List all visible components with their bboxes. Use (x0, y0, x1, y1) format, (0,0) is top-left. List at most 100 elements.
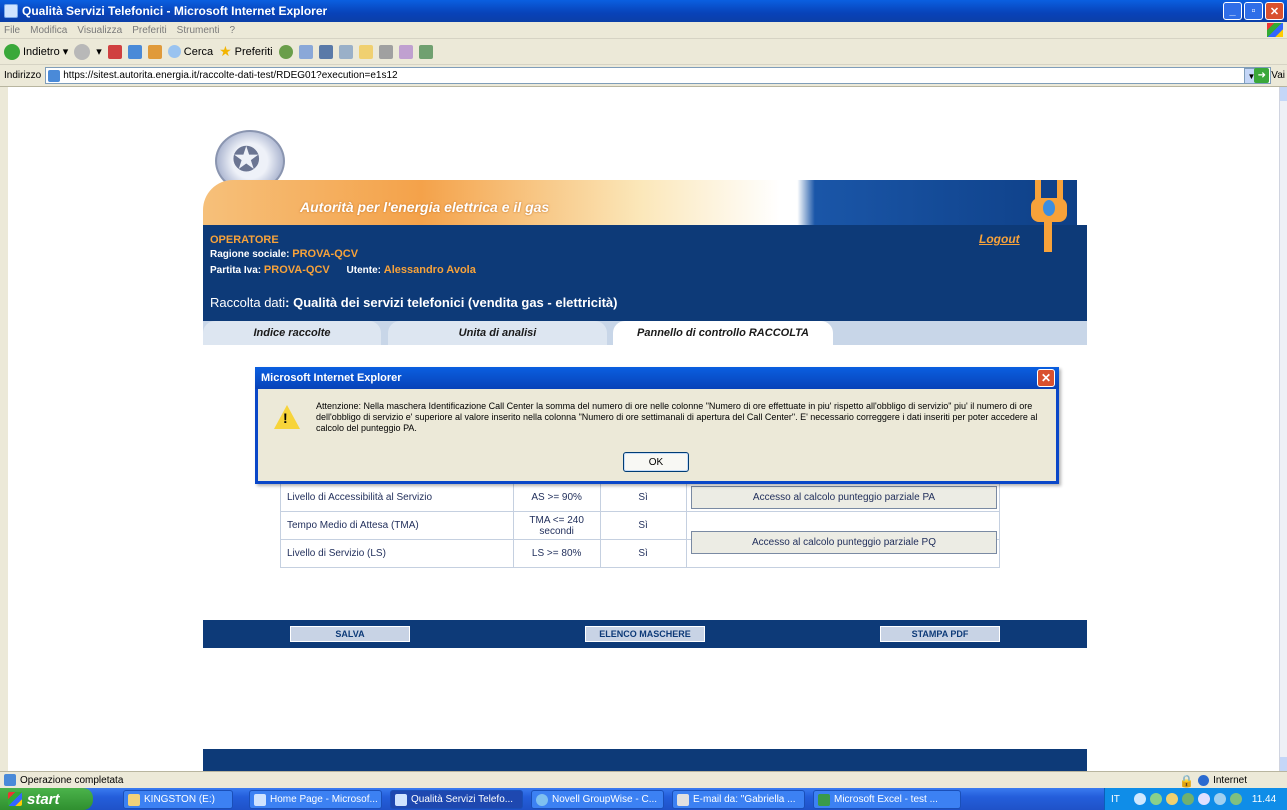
address-input[interactable]: https://sitest.autorita.energia.it/racco… (45, 67, 1272, 84)
utente-value: Alessandro Avola (383, 264, 476, 276)
zone-label: Internet (1213, 775, 1247, 786)
calc-pa-button[interactable]: Accesso al calcolo punteggio parziale PA (691, 486, 997, 509)
maximize-button[interactable]: ▫ (1244, 2, 1263, 20)
menu-help[interactable]: ? (229, 25, 235, 36)
menu-file[interactable]: File (4, 25, 20, 36)
start-button[interactable]: start (0, 788, 93, 810)
elenco-maschere-button[interactable]: ELENCO MASCHERE (585, 626, 705, 642)
star-icon: ★ (219, 43, 232, 59)
raccolta-value: : Qualità dei servizi telefonici (vendit… (285, 295, 618, 310)
ie-icon (4, 4, 18, 18)
dialog-ok-button[interactable]: OK (623, 452, 689, 472)
piva-label: Partita Iva: (210, 265, 262, 276)
indicator-name: Livello di Accessibilità al Servizio (280, 483, 514, 512)
ie-icon (395, 793, 407, 806)
tab-unita-analisi[interactable]: Unita di analisi (388, 321, 607, 345)
print-icon[interactable] (338, 44, 353, 59)
stampa-pdf-button[interactable]: STAMPA PDF (880, 626, 1000, 642)
indicator-ok: Sì (599, 483, 687, 512)
refresh-icon[interactable] (127, 44, 142, 59)
close-button[interactable]: ✕ (1265, 2, 1284, 20)
calc-pq-button[interactable]: Accesso al calcolo punteggio parziale PQ (691, 531, 997, 554)
drive-icon (128, 793, 140, 806)
address-bar: Indirizzo https://sitest.autorita.energi… (0, 65, 1287, 87)
clock: 11.44 (1251, 793, 1277, 805)
search-label: Cerca (183, 45, 214, 58)
tray-icon[interactable] (1229, 793, 1242, 805)
vertical-scrollbar[interactable] (1279, 87, 1287, 771)
indicators-table-wrapper: Livello di Accessibilità al Servizio AS … (280, 483, 1000, 576)
tray-icon[interactable] (1197, 793, 1210, 805)
status-bar: Operazione completata 🔒 Internet (0, 771, 1287, 788)
plug-logo-icon (1031, 180, 1071, 255)
forward-icon[interactable] (74, 43, 91, 60)
piva-row: Partita Iva: PROVA-QCV Utente: Alessandr… (210, 264, 476, 276)
status-text: Operazione completata (20, 774, 124, 786)
tray-icon[interactable] (1149, 793, 1162, 805)
scroll-up-icon[interactable] (1280, 87, 1287, 101)
task-excel[interactable]: Microsoft Excel - test ... (813, 790, 961, 809)
task-qualita[interactable]: Qualità Servizi Telefo... (390, 790, 523, 809)
favorites-button[interactable]: ★ Preferiti (219, 43, 272, 60)
indicator-threshold: LS >= 80% (512, 539, 601, 568)
home-icon[interactable] (147, 44, 162, 59)
tab-pannello-controllo[interactable]: Pannello di controllo RACCOLTA (613, 321, 833, 345)
salva-button[interactable]: SALVA (290, 626, 410, 642)
task-home-page[interactable]: Home Page - Microsof... (249, 790, 382, 809)
security-zone: 🔒 Internet (1179, 772, 1247, 789)
tray-icon[interactable] (1165, 793, 1178, 805)
menu-strumenti[interactable]: Strumenti (177, 25, 220, 36)
start-label: start (27, 790, 60, 808)
indicator-threshold: TMA <= 240 secondi (512, 511, 601, 540)
mail-icon[interactable] (318, 44, 333, 59)
groupwise-icon (536, 793, 548, 806)
logout-link[interactable]: Logout (979, 232, 1020, 246)
ie-icon (254, 793, 266, 806)
indicator-ok: Sì (599, 539, 687, 568)
dialog-titlebar: Microsoft Internet Explorer ✕ (255, 367, 1059, 389)
task-groupwise[interactable]: Novell GroupWise - C... (531, 790, 664, 809)
indicator-threshold: AS >= 90% (512, 483, 601, 512)
go-button[interactable]: ➜ Vai (1254, 68, 1285, 83)
tab-indice-raccolte[interactable]: Indice raccolte (203, 321, 381, 345)
research-icon[interactable] (418, 44, 433, 59)
media-icon[interactable] (278, 44, 293, 59)
dialog-close-icon[interactable]: ✕ (1037, 369, 1055, 387)
excel-icon (818, 793, 830, 806)
minimize-button[interactable]: _ (1223, 2, 1242, 20)
task-email[interactable]: E-mail da: "Gabriella ... (672, 790, 805, 809)
piva-value: PROVA-QCV (263, 264, 330, 276)
tray-icon[interactable] (1181, 793, 1194, 805)
back-button[interactable]: Indietro ▾ (4, 43, 68, 60)
page-icon (48, 69, 61, 82)
page-header: ✪ Autorità per l'energia elettrica e il … (203, 92, 1087, 345)
address-label: Indirizzo (4, 70, 42, 81)
indicator-ok: Sì (599, 511, 687, 540)
edit-icon[interactable] (378, 44, 393, 59)
back-arrow-icon (4, 43, 20, 60)
search-button[interactable]: Cerca (167, 45, 214, 58)
folder-icon[interactable] (358, 44, 373, 59)
search-icon (167, 45, 181, 58)
browser-toolbar: Indietro ▾ ▾ Cerca ★ Preferiti (0, 39, 1287, 65)
tray-icon[interactable] (1213, 793, 1226, 805)
utente-label: Utente: (346, 265, 381, 276)
ragione-label: Ragione sociale: (210, 249, 290, 260)
window-titlebar: Qualità Servizi Telefonici - Microsoft I… (0, 0, 1287, 22)
task-kingston[interactable]: KINGSTON (E:) (123, 790, 233, 809)
address-url: https://sitest.autorita.energia.it/racco… (63, 70, 398, 81)
menu-visualizza[interactable]: Visualizza (77, 25, 122, 36)
menu-modifica[interactable]: Modifica (30, 25, 67, 36)
scroll-down-icon[interactable] (1280, 757, 1287, 771)
messenger-icon[interactable] (398, 44, 413, 59)
dialog-message: Attenzione: Nella maschera Identificazio… (316, 401, 1038, 433)
page-done-icon (4, 774, 16, 786)
menu-bar: File Modifica Visualizza Preferiti Strum… (0, 22, 1287, 39)
language-indicator[interactable]: IT (1111, 794, 1120, 805)
tray-icon[interactable] (1133, 793, 1146, 805)
system-tray: IT 11.44 (1104, 788, 1287, 810)
menu-preferiti[interactable]: Preferiti (132, 25, 166, 36)
actions-bar: SALVA ELENCO MASCHERE STAMPA PDF (203, 620, 1087, 648)
history-icon[interactable] (298, 44, 313, 59)
stop-icon[interactable] (107, 44, 122, 59)
